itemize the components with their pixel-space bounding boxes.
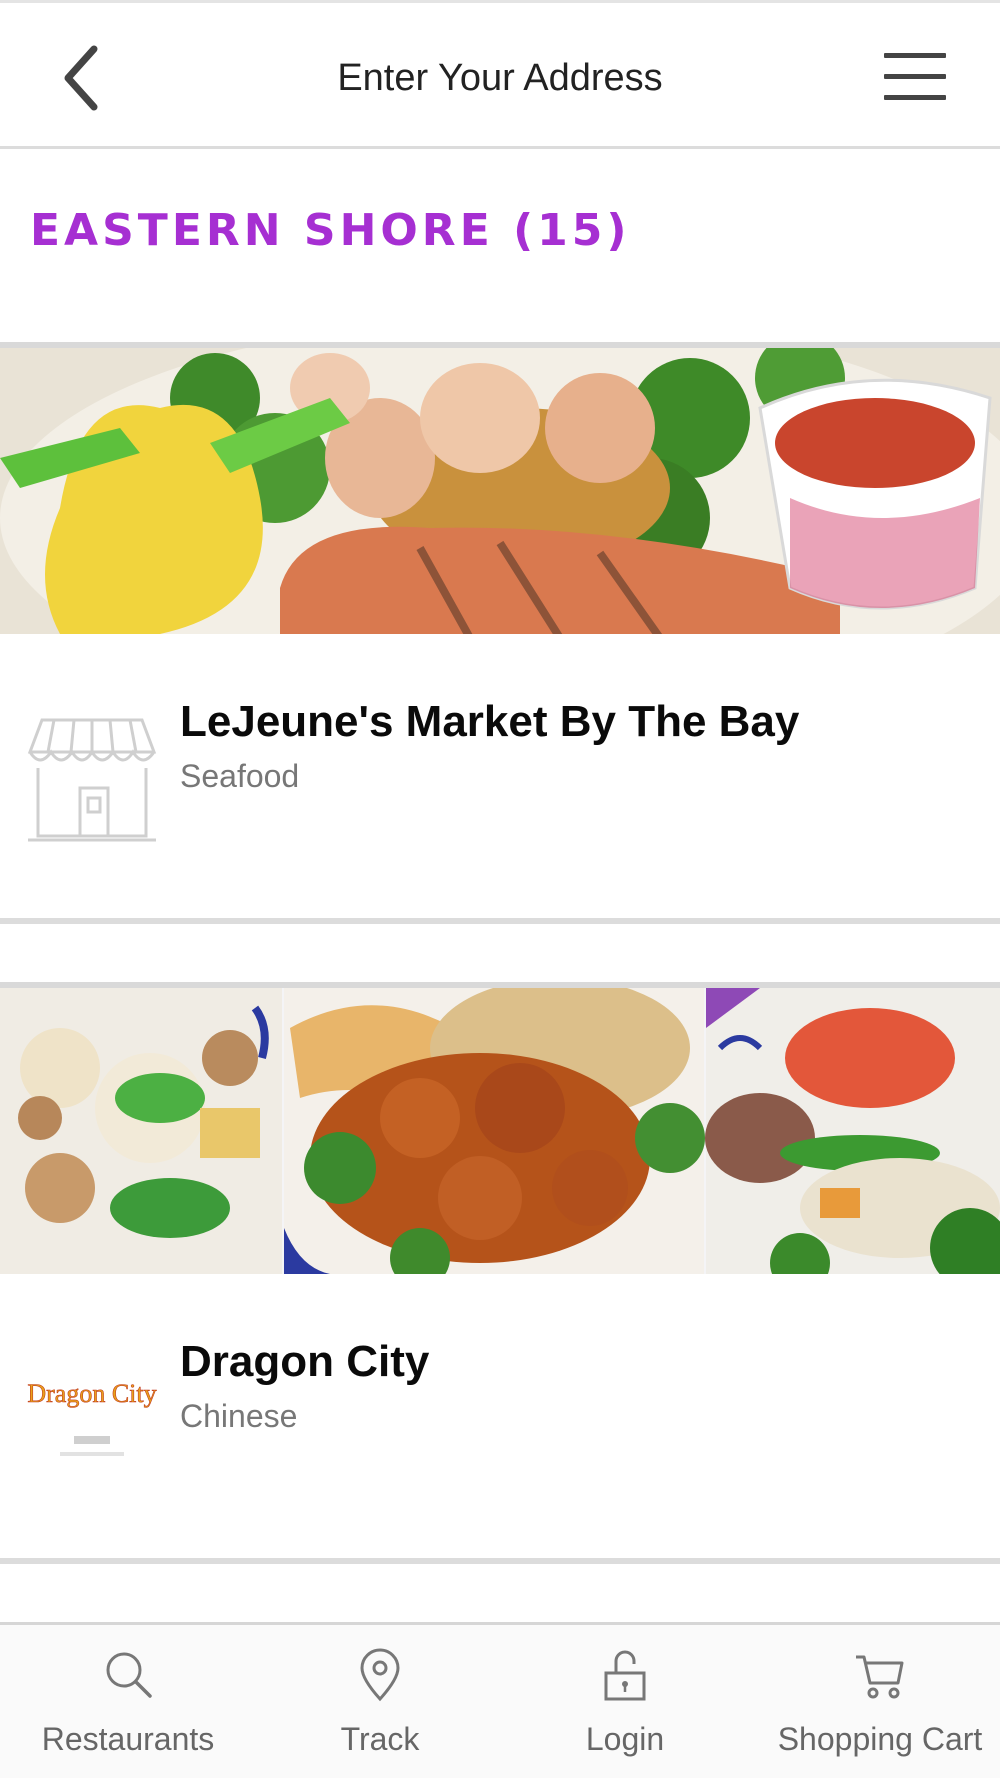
- dragon-city-logo: Dragon City: [24, 1352, 160, 1488]
- nav-label: Restaurants: [41, 1721, 215, 1757]
- unlock-icon: [604, 1650, 646, 1701]
- hamburger-menu-icon: [884, 53, 946, 58]
- restaurant-card-dragon-city[interactable]: Dragon City Dragon City Chinese: [0, 982, 1000, 1564]
- cart-icon: [856, 1655, 904, 1699]
- restaurant-banner-image: [0, 348, 1000, 634]
- restaurant-category: Seafood: [180, 758, 300, 794]
- bottom-navigation: Restaurants Track Login Shopping Cart: [0, 1622, 1000, 1778]
- restaurant-category: Chinese: [180, 1398, 298, 1434]
- nav-login[interactable]: Login: [550, 1625, 700, 1778]
- app-screen: Enter Your Address EASTERN SHORE (15) Le…: [0, 0, 1000, 1778]
- restaurant-name[interactable]: LeJeune's Market By The Bay: [180, 697, 799, 747]
- logo-wordmark: Dragon City: [27, 1379, 156, 1408]
- top-bar: Enter Your Address: [0, 0, 1000, 149]
- restaurant-card-lejeunes[interactable]: LeJeune's Market By The Bay Seafood: [0, 342, 1000, 924]
- storefront-icon: [24, 712, 160, 848]
- nav-track[interactable]: Track: [305, 1625, 455, 1778]
- restaurant-name[interactable]: Dragon City: [180, 1337, 429, 1387]
- nav-label: Track: [340, 1721, 420, 1757]
- address-prompt[interactable]: Enter Your Address: [0, 57, 1000, 100]
- region-heading: EASTERN SHORE (15): [30, 205, 631, 256]
- location-pin-icon: [360, 1648, 400, 1702]
- nav-restaurants[interactable]: Restaurants: [28, 1625, 228, 1778]
- nav-label: Login: [585, 1721, 665, 1757]
- search-icon: [106, 1652, 152, 1698]
- nav-shopping-cart[interactable]: Shopping Cart: [770, 1625, 990, 1778]
- restaurant-banner-image: [0, 988, 1000, 1274]
- nav-label: Shopping Cart: [777, 1721, 983, 1757]
- menu-button[interactable]: [884, 49, 946, 105]
